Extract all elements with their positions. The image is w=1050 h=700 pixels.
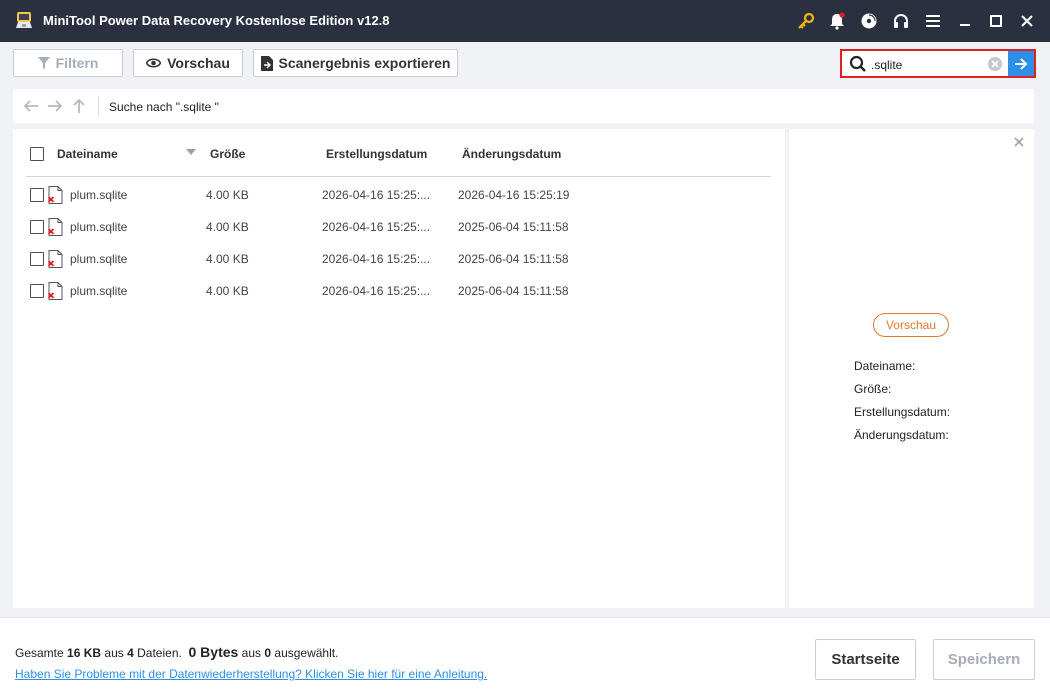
window-title: MiniTool Power Data Recovery Kostenlose … xyxy=(43,13,390,28)
file-list-header: Dateiname Größe Erstellungsdatum Änderun… xyxy=(26,129,771,177)
search-go-button[interactable] xyxy=(1008,51,1034,76)
row-modified: 2025-06-04 15:11:58 xyxy=(458,284,569,298)
row-modified: 2025-06-04 15:11:58 xyxy=(458,252,569,266)
title-bar: MiniTool Power Data Recovery Kostenlose … xyxy=(0,0,1050,42)
filter-icon xyxy=(37,57,50,69)
home-button[interactable]: Startseite xyxy=(815,639,916,680)
row-checkbox[interactable] xyxy=(30,284,44,298)
forward-arrow-icon[interactable] xyxy=(46,97,64,115)
search-path: Suche nach ".sqlite " xyxy=(109,100,219,114)
sort-down-icon[interactable] xyxy=(186,149,196,155)
table-row[interactable]: plum.sqlite 4.00 KB 2026-04-16 15:25:...… xyxy=(26,179,771,211)
summary-text: aus xyxy=(104,646,124,660)
summary-suffix: ausgewählt. xyxy=(274,646,339,660)
info-label-size: Größe: xyxy=(854,382,892,396)
info-label-created: Erstellungsdatum: xyxy=(854,405,951,419)
bell-icon[interactable] xyxy=(827,11,847,31)
table-row[interactable]: plum.sqlite 4.00 KB 2026-04-16 15:25:...… xyxy=(26,275,771,307)
row-filename: plum.sqlite xyxy=(70,284,128,298)
export-scan-button-label: Scanergebnis exportieren xyxy=(278,55,451,71)
export-file-icon xyxy=(260,55,273,71)
file-list-panel: Dateiname Größe Erstellungsdatum Änderun… xyxy=(13,129,785,608)
row-checkbox[interactable] xyxy=(30,188,44,202)
row-size: 4.00 KB xyxy=(206,252,249,266)
selection-summary: Gesamte 16 KB aus 4 Dateien. 0 Bytes aus… xyxy=(15,644,338,660)
deleted-file-icon xyxy=(48,218,63,236)
search-input[interactable] xyxy=(871,56,981,73)
summary-total-size: 16 KB xyxy=(67,646,102,660)
summary-selected-bytes: 0 Bytes xyxy=(188,644,239,660)
preview-panel: Vorschau Dateiname: Größe: Erstellungsda… xyxy=(789,129,1034,608)
column-header-size[interactable]: Größe xyxy=(210,147,245,161)
row-created: 2026-04-16 15:25:... xyxy=(322,284,431,298)
maximize-icon[interactable] xyxy=(986,11,1006,31)
column-header-filename[interactable]: Dateiname xyxy=(57,147,118,161)
export-scan-button[interactable]: Scanergebnis exportieren xyxy=(253,49,458,77)
search-icon xyxy=(849,55,866,72)
summary-selected-count: 0 xyxy=(264,646,272,660)
deleted-file-icon xyxy=(48,250,63,268)
preview-file-button[interactable]: Vorschau xyxy=(873,313,949,337)
info-label-filename: Dateiname: xyxy=(854,359,916,373)
row-size: 4.00 KB xyxy=(206,284,249,298)
menu-icon[interactable] xyxy=(923,11,943,31)
nav-divider xyxy=(98,96,99,116)
row-checkbox[interactable] xyxy=(30,252,44,266)
help-link[interactable]: Haben Sie Probleme mit der Datenwiederhe… xyxy=(15,667,487,681)
close-preview-icon[interactable] xyxy=(1013,136,1025,148)
filter-button[interactable]: Filtern xyxy=(13,49,123,77)
search-box[interactable] xyxy=(840,49,1036,78)
arrow-right-icon xyxy=(1015,57,1028,70)
close-icon[interactable] xyxy=(1017,11,1037,31)
summary-file-count: 4 xyxy=(127,646,134,660)
select-all-checkbox[interactable] xyxy=(30,147,44,161)
preview-button-label: Vorschau xyxy=(167,55,230,71)
save-button[interactable]: Speichern xyxy=(933,639,1035,680)
deleted-file-icon xyxy=(48,186,63,204)
column-header-created[interactable]: Erstellungsdatum xyxy=(326,147,427,161)
table-row[interactable]: plum.sqlite 4.00 KB 2026-04-16 15:25:...… xyxy=(26,243,771,275)
filter-button-label: Filtern xyxy=(55,55,99,71)
headphones-icon[interactable] xyxy=(891,11,911,31)
summary-text: Dateien. xyxy=(137,646,182,660)
footer: Gesamte 16 KB aus 4 Dateien. 0 Bytes aus… xyxy=(0,617,1050,700)
deleted-file-icon xyxy=(48,282,63,300)
column-header-modified[interactable]: Änderungsdatum xyxy=(462,147,561,161)
clear-search-icon[interactable] xyxy=(988,57,1002,71)
eye-icon xyxy=(146,58,162,68)
row-filename: plum.sqlite xyxy=(70,220,128,234)
app-logo-icon xyxy=(16,12,32,28)
summary-prefix: Gesamte xyxy=(15,646,64,660)
navigation-bar: Suche nach ".sqlite " xyxy=(13,89,1034,123)
up-arrow-icon[interactable] xyxy=(70,97,88,115)
disc-icon[interactable] xyxy=(859,11,879,31)
row-filename: plum.sqlite xyxy=(70,252,128,266)
info-label-modified: Änderungsdatum: xyxy=(854,428,949,442)
back-arrow-icon[interactable] xyxy=(22,97,40,115)
row-size: 4.00 KB xyxy=(206,188,249,202)
row-size: 4.00 KB xyxy=(206,220,249,234)
row-modified: 2026-04-16 15:25:19 xyxy=(458,188,570,202)
minimize-icon[interactable] xyxy=(955,11,975,31)
row-created: 2026-04-16 15:25:... xyxy=(322,252,431,266)
summary-text: aus xyxy=(241,646,262,660)
table-row[interactable]: plum.sqlite 4.00 KB 2026-04-16 15:25:...… xyxy=(26,211,771,243)
key-icon[interactable] xyxy=(796,11,816,31)
row-created: 2026-04-16 15:25:... xyxy=(322,188,431,202)
preview-button[interactable]: Vorschau xyxy=(133,49,243,77)
row-checkbox[interactable] xyxy=(30,220,44,234)
row-created: 2026-04-16 15:25:... xyxy=(322,220,431,234)
row-modified: 2025-06-04 15:11:58 xyxy=(458,220,569,234)
row-filename: plum.sqlite xyxy=(70,188,128,202)
